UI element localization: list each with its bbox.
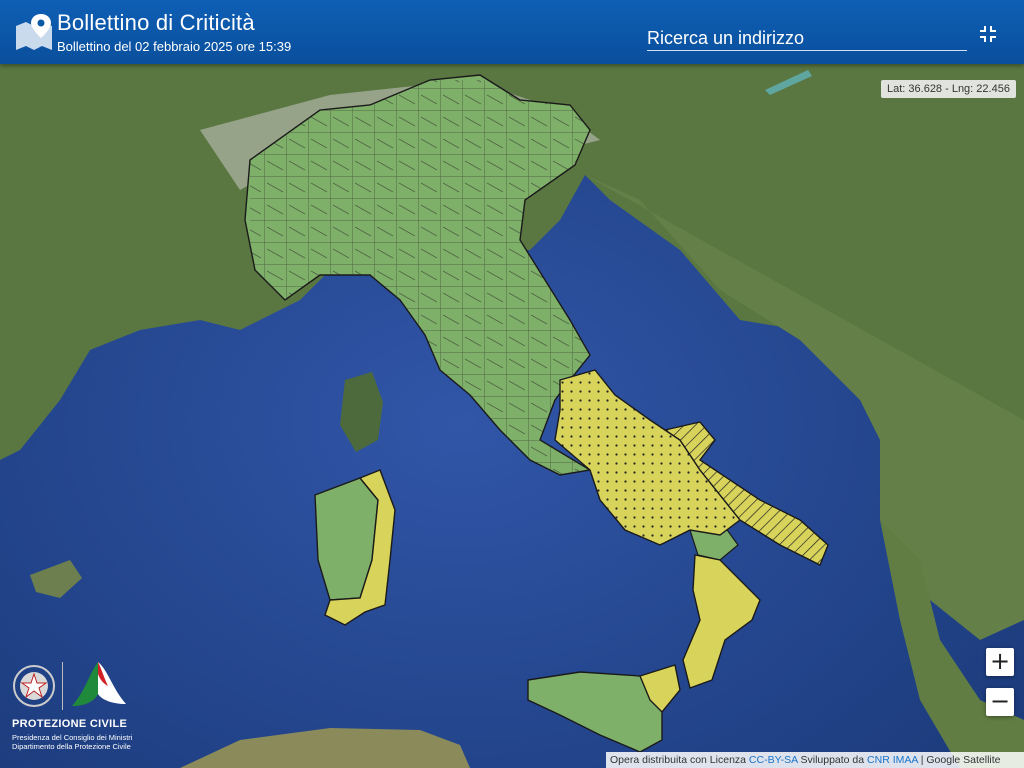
attribution-developed: Sviluppato da [800,754,865,766]
collapse-fullscreen-icon[interactable] [978,24,998,44]
organization-line-2: Dipartimento della Protezione Civile [12,742,131,751]
address-search-input[interactable] [647,26,967,51]
zoom-out-button[interactable]: − [986,688,1014,716]
tiles-source: Google Satellite [926,754,1001,766]
map-attribution: Opera distribuita con Licenza CC-BY-SA S… [606,752,1024,768]
map-canvas[interactable] [0,0,1024,768]
license-link[interactable]: CC-BY-SA [749,754,798,766]
organization-line-1: Presidenza del Consiglio dei Ministri [12,733,133,742]
attribution-prefix: Opera distribuita con Licenza [610,754,746,766]
protezione-civile-logo: PROTEZIONE CIVILE Presidenza del Consigl… [10,660,145,758]
bulletin-date: Bollettino del 02 febbraio 2025 ore 15:3… [57,39,292,54]
attribution-separator: | [920,754,924,766]
developer-link[interactable]: CNR IMAA [867,754,918,766]
app-header: Bollettino di Criticità Bollettino del 0… [0,0,1024,64]
flag-swoosh-icon [72,662,126,706]
emblem-icon [13,665,55,707]
logo-divider [62,662,63,710]
page-title: Bollettino di Criticità [57,10,255,35]
map-pin-icon [16,14,52,50]
organization-name: PROTEZIONE CIVILE [12,718,128,730]
zoom-in-button[interactable]: + [986,648,1014,676]
coordinates-readout: Lat: 36.628 - Lng: 22.456 [881,80,1016,98]
